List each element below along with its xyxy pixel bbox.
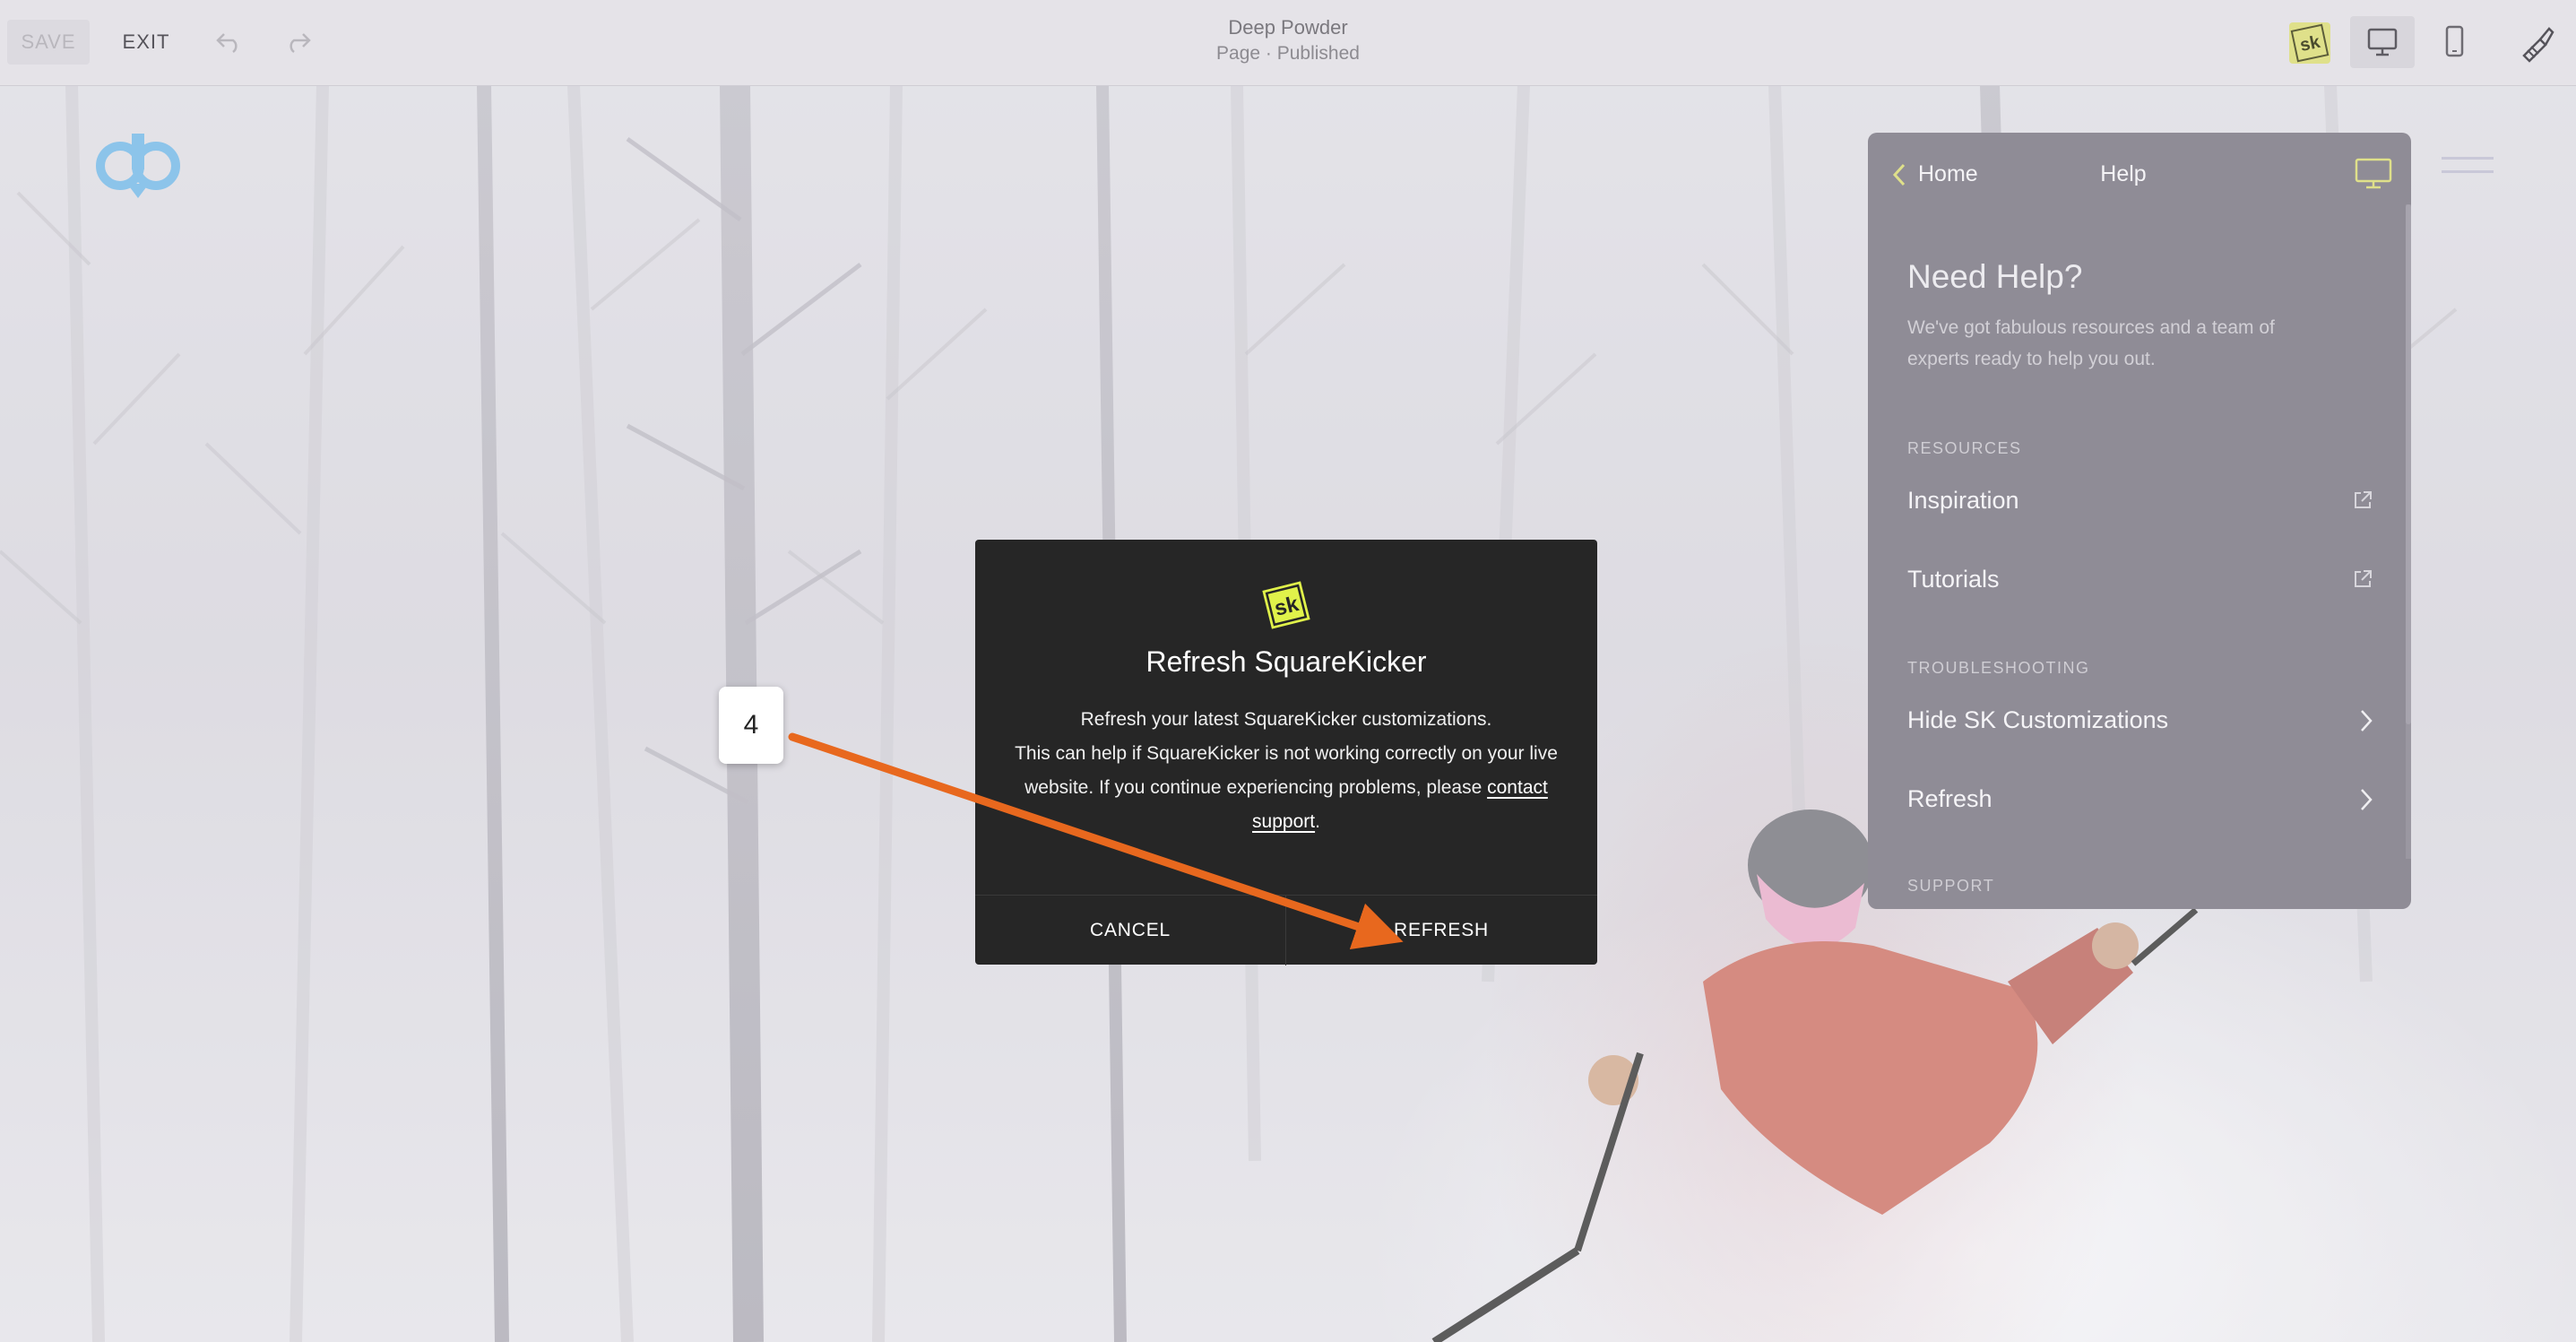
refresh-dialog: sk Refresh SquareKicker Refresh your lat… (975, 540, 1597, 965)
help-item-hide-sk-customizations[interactable]: Hide SK Customizations (1907, 697, 2373, 743)
dialog-title: Refresh SquareKicker (1145, 645, 1427, 678)
section-label-troubleshooting: TROUBLESHOOTING (1907, 659, 2090, 677)
site-logo[interactable] (93, 130, 183, 206)
page-title: Deep Powder (1228, 16, 1348, 39)
help-item-refresh[interactable]: Refresh (1907, 775, 2373, 822)
back-home-button[interactable]: Home (1891, 158, 1978, 190)
chevron-right-icon (2361, 789, 2373, 810)
refresh-button[interactable]: REFRESH (1286, 896, 1596, 965)
squarekicker-button[interactable]: sk (2289, 22, 2330, 64)
dialog-message-line2: This can help if SquareKicker is not wor… (1015, 743, 1558, 798)
preview-monitor-button[interactable] (2354, 156, 2393, 196)
item-label: Refresh (1907, 785, 1993, 812)
monitor-icon (2355, 158, 2392, 189)
redo-icon (290, 33, 311, 54)
save-button[interactable]: SAVE (7, 20, 90, 65)
cancel-button[interactable]: CANCEL (975, 896, 1286, 965)
back-label: Home (1918, 161, 1978, 186)
dialog-footer: CANCEL REFRESH (975, 895, 1597, 965)
panel-title: Help (2100, 161, 2147, 186)
design-tools-button[interactable] (2513, 20, 2560, 66)
panel-scrollbar[interactable] (2406, 204, 2411, 859)
dialog-message-end: . (1315, 811, 1320, 832)
chevron-left-icon (1892, 163, 1906, 186)
menu-icon[interactable] (2442, 157, 2494, 184)
dialog-message-line1: Refresh your latest SquareKicker customi… (1080, 709, 1492, 730)
item-label: Hide SK Customizations (1907, 706, 2169, 733)
db-logo-icon (96, 134, 180, 198)
exit-button[interactable]: EXIT (109, 20, 183, 65)
redo-button[interactable] (274, 20, 321, 65)
help-heading: Need Help? (1907, 258, 2083, 295)
mobile-view-button[interactable] (2422, 16, 2486, 68)
undo-button[interactable] (206, 20, 253, 65)
external-link-icon (2355, 570, 2372, 587)
undo-icon (216, 33, 238, 54)
desktop-icon (2367, 28, 2398, 56)
chevron-right-icon (2361, 710, 2373, 732)
help-item-inspiration[interactable]: Inspiration (1907, 477, 2373, 524)
editor-toolbar: SAVE EXIT Deep Powder Page · Published s… (0, 0, 2576, 86)
help-description: We've got fabulous resources and a team … (1907, 317, 2275, 369)
page-status: Page · Published (1216, 43, 1360, 64)
dialog-message: Refresh your latest SquareKicker customi… (1011, 703, 1561, 839)
squarekicker-logo-icon: sk (2290, 23, 2330, 63)
help-panel: Home Help Need Help? We've got fabulous … (1868, 133, 2411, 909)
item-label: Inspiration (1907, 487, 2019, 514)
item-label: Tutorials (1907, 566, 2000, 593)
paintbrush-icon (2522, 27, 2554, 63)
squarekicker-logo: sk (1258, 577, 1314, 637)
section-label-resources: RESOURCES (1907, 439, 2022, 457)
step-number-badge: 4 (719, 687, 783, 764)
external-link-icon (2355, 491, 2372, 508)
desktop-view-button[interactable] (2350, 16, 2415, 68)
help-item-tutorials[interactable]: Tutorials (1907, 556, 2373, 602)
mobile-icon (2445, 25, 2464, 57)
squarekicker-logo-icon: sk (1262, 581, 1310, 629)
section-label-support: SUPPORT (1907, 877, 1995, 895)
